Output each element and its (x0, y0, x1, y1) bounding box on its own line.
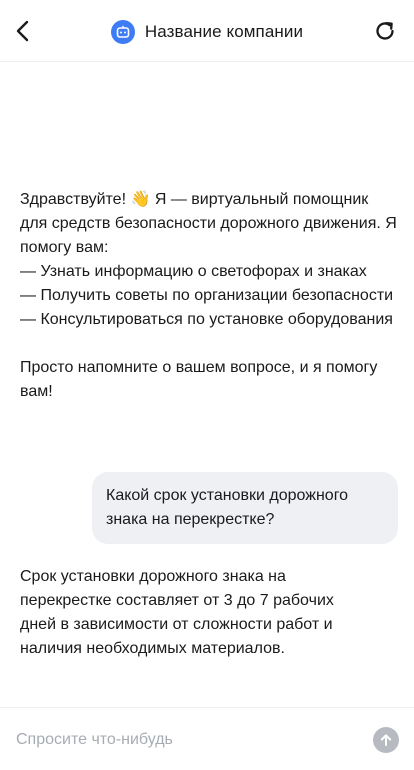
composer (0, 707, 414, 770)
bot-icon (116, 25, 130, 38)
message-input[interactable] (16, 726, 356, 754)
page-title: Название компании (144, 22, 304, 41)
bot-message: Здравствуйте! 👋 Я — виртуальный помощник… (20, 191, 397, 400)
refresh-button[interactable] (372, 18, 398, 44)
send-button[interactable] (373, 727, 399, 753)
refresh-icon (376, 22, 394, 40)
header-title-group: Название компании (0, 18, 414, 46)
chat-screen: Название компании Здравствуйте! 👋 Я — ви… (0, 0, 414, 770)
user-message: Какой срок установки дорожного знака на … (92, 472, 398, 544)
arrow-up-icon (380, 734, 392, 746)
bot-message: Срок установки дорожного знака на перекр… (20, 568, 334, 657)
bot-avatar (110, 20, 135, 44)
message-list: Здравствуйте! 👋 Я — виртуальный помощник… (0, 63, 414, 707)
header: Название компании (0, 0, 414, 62)
